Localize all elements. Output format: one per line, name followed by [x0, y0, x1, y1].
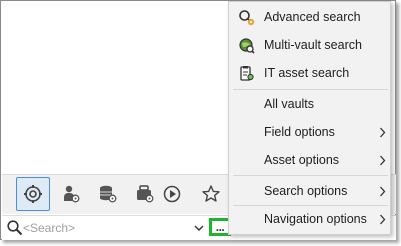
- user-settings-icon: [64, 185, 80, 203]
- menu-item-label: Asset options: [264, 153, 340, 167]
- bag-icon: [137, 185, 154, 203]
- favorites-button[interactable]: [194, 177, 228, 211]
- menu-item-label: All vaults: [264, 97, 315, 111]
- search-settings-icon: [24, 185, 42, 203]
- menu-item-label: Navigation options: [264, 212, 367, 226]
- play-button[interactable]: [155, 177, 189, 211]
- menu-item-label: Advanced search: [264, 10, 361, 24]
- menu-separator: [233, 175, 388, 176]
- database-settings-icon: [100, 185, 117, 203]
- menu-item-label: IT asset search: [264, 66, 350, 80]
- menu-item-search-options[interactable]: Search options: [229, 177, 390, 205]
- search-input[interactable]: [23, 219, 188, 237]
- menu-item-multi-vault-search[interactable]: Multi-vault search: [229, 31, 390, 59]
- advanced-search-icon: [239, 10, 255, 26]
- chevron-down-icon[interactable]: [193, 221, 205, 233]
- menu-item-navigation-options[interactable]: Navigation options: [229, 205, 390, 233]
- play-icon: [163, 185, 181, 203]
- menu-item-all-vaults[interactable]: All vaults: [229, 90, 390, 118]
- search-settings-button[interactable]: [16, 177, 50, 211]
- it-asset-search-icon: [240, 66, 254, 81]
- chevron-right-icon: [380, 214, 386, 225]
- menu-item-it-asset-search[interactable]: IT asset search: [229, 59, 390, 87]
- search-options-menu: Advanced search Multi-vault search IT as…: [228, 1, 391, 235]
- star-icon: [202, 185, 220, 202]
- multi-vault-search-icon: [239, 38, 255, 54]
- search-icon: [6, 219, 24, 237]
- chevron-right-icon: [380, 155, 386, 166]
- chevron-right-icon: [380, 127, 386, 138]
- menu-item-asset-options[interactable]: Asset options: [229, 146, 390, 174]
- database-settings-button[interactable]: [91, 177, 125, 211]
- chevron-right-icon: [380, 186, 386, 197]
- menu-item-advanced-search[interactable]: Advanced search: [229, 3, 390, 31]
- menu-item-field-options[interactable]: Field options: [229, 118, 390, 146]
- user-settings-button[interactable]: [54, 177, 88, 211]
- menu-item-label: Search options: [264, 184, 348, 198]
- menu-item-label: Multi-vault search: [264, 38, 362, 52]
- menu-item-label: Field options: [264, 125, 335, 139]
